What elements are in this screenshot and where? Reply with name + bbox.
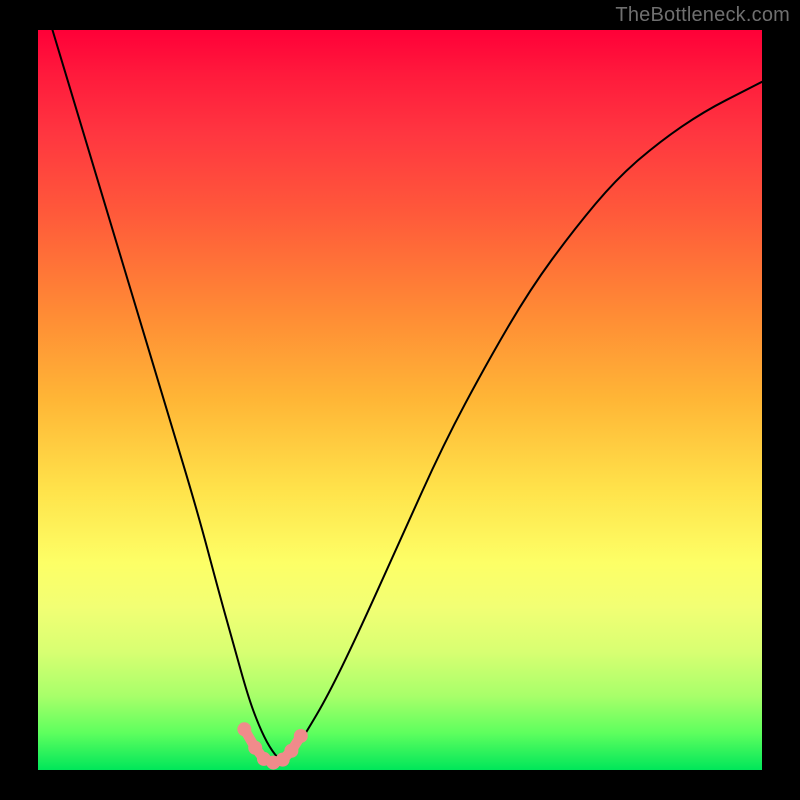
bottleneck-curve xyxy=(52,30,762,759)
marker-dot xyxy=(294,729,308,743)
chart-frame: TheBottleneck.com xyxy=(0,0,800,800)
marker-dot xyxy=(284,744,298,758)
optimal-range-markers xyxy=(237,722,307,769)
marker-dot xyxy=(248,741,262,755)
marker-dot xyxy=(237,722,251,736)
chart-svg xyxy=(38,30,762,770)
watermark-text: TheBottleneck.com xyxy=(615,4,790,27)
plot-area xyxy=(38,30,762,770)
